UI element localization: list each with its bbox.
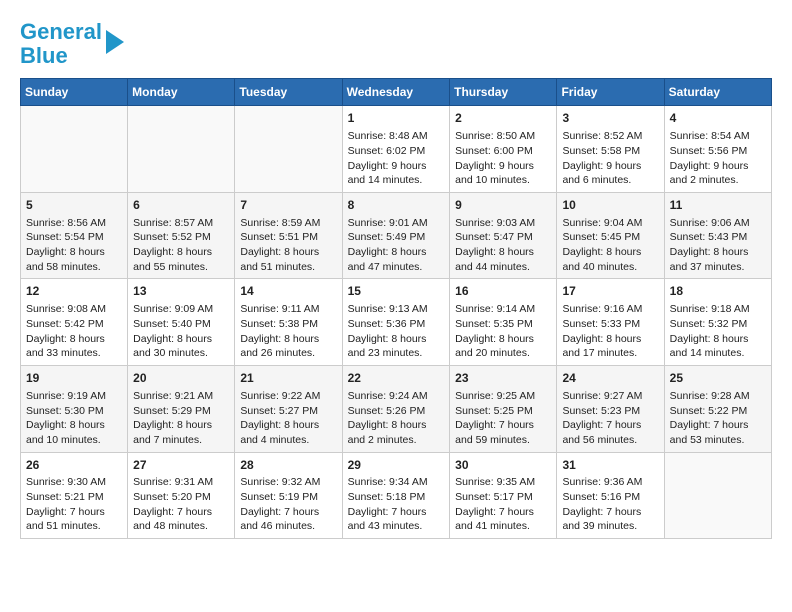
day-number: 17 — [562, 283, 658, 300]
calendar-cell: 17Sunrise: 9:16 AMSunset: 5:33 PMDayligh… — [557, 279, 664, 366]
calendar-cell: 29Sunrise: 9:34 AMSunset: 5:18 PMDayligh… — [342, 452, 450, 539]
weekday-header: Sunday — [21, 79, 128, 106]
calendar-cell: 8Sunrise: 9:01 AMSunset: 5:49 PMDaylight… — [342, 192, 450, 279]
calendar-cell — [128, 106, 235, 193]
weekday-header: Thursday — [450, 79, 557, 106]
calendar-cell: 21Sunrise: 9:22 AMSunset: 5:27 PMDayligh… — [235, 366, 342, 453]
calendar-cell: 9Sunrise: 9:03 AMSunset: 5:47 PMDaylight… — [450, 192, 557, 279]
day-number: 27 — [133, 457, 229, 474]
day-number: 2 — [455, 110, 551, 127]
calendar-cell: 25Sunrise: 9:28 AMSunset: 5:22 PMDayligh… — [664, 366, 771, 453]
calendar-cell: 15Sunrise: 9:13 AMSunset: 5:36 PMDayligh… — [342, 279, 450, 366]
calendar-cell: 16Sunrise: 9:14 AMSunset: 5:35 PMDayligh… — [450, 279, 557, 366]
weekday-header: Tuesday — [235, 79, 342, 106]
day-number: 6 — [133, 197, 229, 214]
page-header: General Blue — [20, 20, 772, 68]
calendar-cell: 5Sunrise: 8:56 AMSunset: 5:54 PMDaylight… — [21, 192, 128, 279]
day-number: 22 — [348, 370, 445, 387]
day-number: 13 — [133, 283, 229, 300]
calendar-cell: 18Sunrise: 9:18 AMSunset: 5:32 PMDayligh… — [664, 279, 771, 366]
calendar-cell: 19Sunrise: 9:19 AMSunset: 5:30 PMDayligh… — [21, 366, 128, 453]
calendar-cell: 13Sunrise: 9:09 AMSunset: 5:40 PMDayligh… — [128, 279, 235, 366]
day-number: 19 — [26, 370, 122, 387]
calendar-cell: 4Sunrise: 8:54 AMSunset: 5:56 PMDaylight… — [664, 106, 771, 193]
logo-arrow-icon — [106, 30, 124, 54]
calendar-cell: 7Sunrise: 8:59 AMSunset: 5:51 PMDaylight… — [235, 192, 342, 279]
calendar-week-row: 19Sunrise: 9:19 AMSunset: 5:30 PMDayligh… — [21, 366, 772, 453]
calendar-cell: 1Sunrise: 8:48 AMSunset: 6:02 PMDaylight… — [342, 106, 450, 193]
calendar-body: 1Sunrise: 8:48 AMSunset: 6:02 PMDaylight… — [21, 106, 772, 539]
weekday-header-row: SundayMondayTuesdayWednesdayThursdayFrid… — [21, 79, 772, 106]
logo-general: General — [20, 19, 102, 44]
calendar-cell: 2Sunrise: 8:50 AMSunset: 6:00 PMDaylight… — [450, 106, 557, 193]
day-number: 9 — [455, 197, 551, 214]
day-number: 8 — [348, 197, 445, 214]
day-number: 23 — [455, 370, 551, 387]
calendar-cell: 3Sunrise: 8:52 AMSunset: 5:58 PMDaylight… — [557, 106, 664, 193]
day-number: 3 — [562, 110, 658, 127]
logo-text: General Blue — [20, 20, 102, 68]
calendar-cell: 26Sunrise: 9:30 AMSunset: 5:21 PMDayligh… — [21, 452, 128, 539]
calendar-cell: 30Sunrise: 9:35 AMSunset: 5:17 PMDayligh… — [450, 452, 557, 539]
weekday-header: Friday — [557, 79, 664, 106]
day-number: 7 — [240, 197, 336, 214]
logo-blue: Blue — [20, 43, 68, 68]
calendar-cell — [235, 106, 342, 193]
calendar-cell: 14Sunrise: 9:11 AMSunset: 5:38 PMDayligh… — [235, 279, 342, 366]
day-number: 30 — [455, 457, 551, 474]
day-number: 29 — [348, 457, 445, 474]
day-number: 25 — [670, 370, 766, 387]
calendar-cell: 28Sunrise: 9:32 AMSunset: 5:19 PMDayligh… — [235, 452, 342, 539]
calendar-cell: 10Sunrise: 9:04 AMSunset: 5:45 PMDayligh… — [557, 192, 664, 279]
logo: General Blue — [20, 20, 124, 68]
weekday-header: Saturday — [664, 79, 771, 106]
calendar-cell: 31Sunrise: 9:36 AMSunset: 5:16 PMDayligh… — [557, 452, 664, 539]
day-number: 21 — [240, 370, 336, 387]
day-number: 24 — [562, 370, 658, 387]
calendar-cell: 22Sunrise: 9:24 AMSunset: 5:26 PMDayligh… — [342, 366, 450, 453]
calendar-week-row: 26Sunrise: 9:30 AMSunset: 5:21 PMDayligh… — [21, 452, 772, 539]
weekday-header: Monday — [128, 79, 235, 106]
day-number: 28 — [240, 457, 336, 474]
calendar-week-row: 1Sunrise: 8:48 AMSunset: 6:02 PMDaylight… — [21, 106, 772, 193]
calendar-week-row: 5Sunrise: 8:56 AMSunset: 5:54 PMDaylight… — [21, 192, 772, 279]
day-number: 11 — [670, 197, 766, 214]
day-number: 10 — [562, 197, 658, 214]
calendar-cell — [21, 106, 128, 193]
calendar-header: SundayMondayTuesdayWednesdayThursdayFrid… — [21, 79, 772, 106]
calendar-cell: 6Sunrise: 8:57 AMSunset: 5:52 PMDaylight… — [128, 192, 235, 279]
calendar-cell: 20Sunrise: 9:21 AMSunset: 5:29 PMDayligh… — [128, 366, 235, 453]
day-number: 14 — [240, 283, 336, 300]
weekday-header: Wednesday — [342, 79, 450, 106]
calendar-cell: 27Sunrise: 9:31 AMSunset: 5:20 PMDayligh… — [128, 452, 235, 539]
calendar-cell — [664, 452, 771, 539]
day-number: 15 — [348, 283, 445, 300]
day-number: 12 — [26, 283, 122, 300]
day-number: 26 — [26, 457, 122, 474]
day-number: 1 — [348, 110, 445, 127]
calendar-cell: 23Sunrise: 9:25 AMSunset: 5:25 PMDayligh… — [450, 366, 557, 453]
calendar-table: SundayMondayTuesdayWednesdayThursdayFrid… — [20, 78, 772, 539]
calendar-cell: 24Sunrise: 9:27 AMSunset: 5:23 PMDayligh… — [557, 366, 664, 453]
calendar-week-row: 12Sunrise: 9:08 AMSunset: 5:42 PMDayligh… — [21, 279, 772, 366]
calendar-cell: 12Sunrise: 9:08 AMSunset: 5:42 PMDayligh… — [21, 279, 128, 366]
day-number: 4 — [670, 110, 766, 127]
day-number: 20 — [133, 370, 229, 387]
day-number: 18 — [670, 283, 766, 300]
day-number: 31 — [562, 457, 658, 474]
day-number: 5 — [26, 197, 122, 214]
calendar-cell: 11Sunrise: 9:06 AMSunset: 5:43 PMDayligh… — [664, 192, 771, 279]
day-number: 16 — [455, 283, 551, 300]
